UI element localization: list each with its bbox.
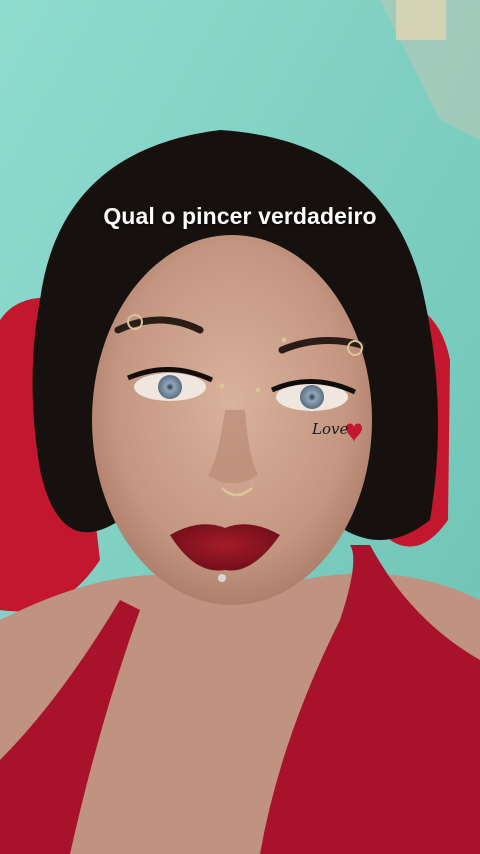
photo-frame: Qual o pincer verdadeiro Love [0,0,480,854]
right-iris [300,385,324,409]
bridge-stud-right [255,387,261,393]
stud-piercing [281,337,287,343]
background-object [396,0,446,40]
selfie-photo [0,0,480,854]
left-iris [158,375,182,399]
video-caption: Qual o pincer verdadeiro [103,203,377,229]
bridge-stud-left [219,383,225,389]
love-sticker: Love [312,420,349,438]
labret-piercing [218,574,226,582]
